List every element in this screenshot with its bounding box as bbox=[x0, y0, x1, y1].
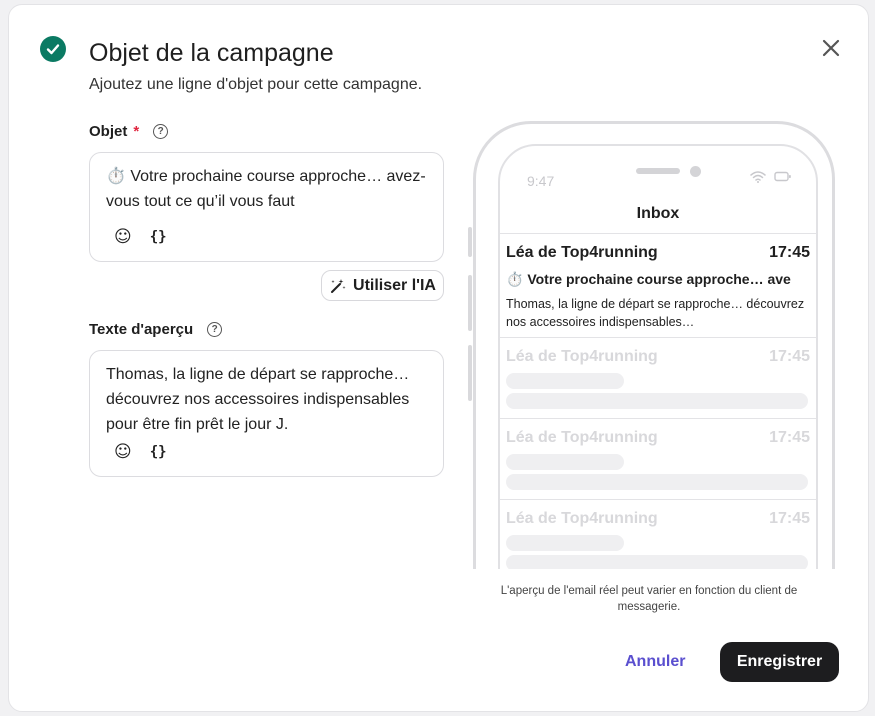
phone-screen: 9:47 Inbox Léa de Top4running 17:45 ⏱️ V… bbox=[498, 144, 818, 569]
phone-camera bbox=[690, 166, 701, 177]
battery-icon bbox=[774, 171, 792, 185]
variable-braces-icon[interactable]: {} bbox=[150, 444, 167, 460]
email-sender: Léa de Top4running bbox=[506, 348, 658, 365]
email-item-placeholder: Léa de Top4running 17:45 bbox=[500, 500, 816, 569]
skeleton-line bbox=[506, 373, 624, 389]
skeleton-line bbox=[506, 474, 808, 490]
subject-input-value[interactable]: ⏱️ Votre prochaine course approche… avez… bbox=[106, 164, 429, 214]
skeleton-line bbox=[506, 535, 624, 551]
phone-frame: 9:47 Inbox Léa de Top4running 17:45 ⏱️ V… bbox=[473, 121, 835, 569]
skeleton-line bbox=[506, 393, 808, 409]
subject-label: Objet * ? bbox=[89, 123, 169, 140]
email-sender: Léa de Top4running bbox=[506, 429, 658, 446]
phone-preview: 9:47 Inbox Léa de Top4running 17:45 ⏱️ V… bbox=[465, 117, 840, 569]
campaign-subject-modal: Objet de la campagne Ajoutez une ligne d… bbox=[8, 4, 869, 712]
phone-side-button bbox=[468, 275, 472, 331]
use-ai-button[interactable]: Utiliser l'IA bbox=[321, 270, 444, 301]
close-icon[interactable] bbox=[820, 37, 842, 59]
phone-time: 9:47 bbox=[527, 173, 555, 189]
preview-disclaimer: L'aperçu de l'email réel peut varier en … bbox=[500, 585, 798, 613]
preview-text-input-value[interactable]: Thomas, la ligne de départ se rapproche…… bbox=[106, 362, 429, 437]
email-time: 17:45 bbox=[769, 510, 810, 527]
email-item-placeholder: Léa de Top4running 17:45 bbox=[500, 419, 816, 500]
email-sender: Léa de Top4running bbox=[506, 510, 658, 527]
required-marker: * bbox=[133, 123, 140, 140]
subject-label-text: Objet bbox=[89, 123, 128, 140]
magic-wand-icon bbox=[331, 278, 346, 293]
skeleton-line bbox=[506, 555, 808, 569]
help-icon[interactable]: ? bbox=[153, 124, 169, 139]
inbox-title: Inbox bbox=[636, 205, 680, 222]
emoji-icon[interactable]: ☺ bbox=[114, 442, 132, 462]
emoji-icon[interactable]: ☺ bbox=[114, 227, 132, 247]
cancel-button[interactable]: Annuler bbox=[625, 653, 685, 671]
email-item-placeholder: Léa de Top4running 17:45 bbox=[500, 338, 816, 419]
subject-input[interactable]: ⏱️ Votre prochaine course approche… avez… bbox=[89, 152, 444, 262]
email-time: 17:45 bbox=[769, 244, 810, 261]
email-time: 17:45 bbox=[769, 429, 810, 446]
wifi-icon bbox=[750, 171, 766, 186]
modal-subtitle: Ajoutez une ligne d'objet pour cette cam… bbox=[89, 76, 423, 93]
phone-speaker bbox=[636, 168, 680, 174]
use-ai-button-label: Utiliser l'IA bbox=[353, 276, 436, 294]
skeleton-line bbox=[506, 454, 624, 470]
email-preview: Thomas, la ligne de départ se rapproche…… bbox=[506, 297, 805, 329]
help-icon[interactable]: ? bbox=[207, 322, 223, 337]
preview-text-input[interactable]: Thomas, la ligne de départ se rapproche…… bbox=[89, 350, 444, 477]
variable-braces-icon[interactable]: {} bbox=[150, 229, 167, 245]
email-item: Léa de Top4running 17:45 ⏱️ Votre procha… bbox=[500, 234, 816, 338]
check-circle-icon bbox=[40, 36, 66, 62]
email-sender: Léa de Top4running bbox=[506, 244, 658, 261]
modal-title: Objet de la campagne bbox=[89, 39, 334, 67]
preview-text-label-text: Texte d'aperçu bbox=[89, 321, 194, 338]
email-subject: ⏱️ Votre prochaine course approche… ave bbox=[506, 271, 791, 287]
email-time: 17:45 bbox=[769, 348, 810, 365]
preview-text-label: Texte d'aperçu ? bbox=[89, 321, 223, 338]
save-button[interactable]: Enregistrer bbox=[720, 642, 839, 682]
phone-side-button bbox=[468, 227, 472, 257]
phone-side-button bbox=[468, 345, 472, 401]
